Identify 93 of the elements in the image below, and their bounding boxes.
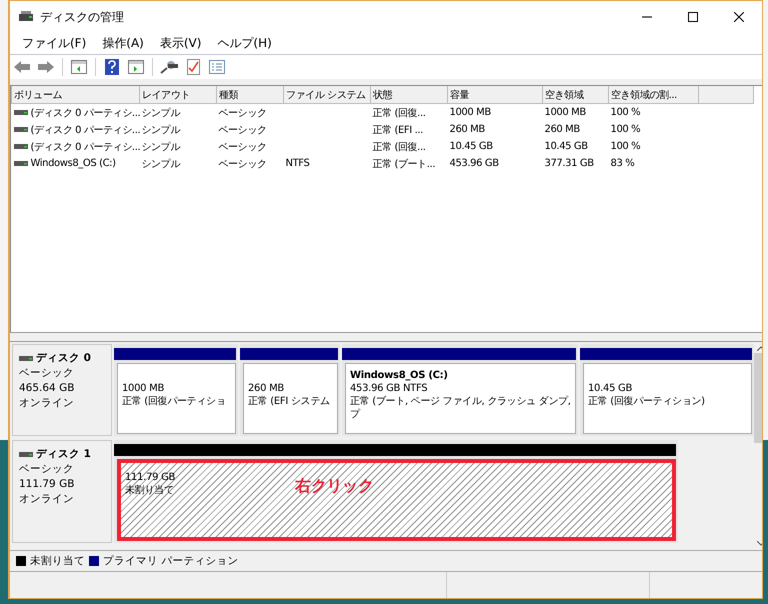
- table-cell-text: (ディスク 0 パーティシ...: [30, 124, 140, 136]
- partition-block[interactable]: Windows8_OS (C:) 453.96 GB NTFS 正常 (ブート, ページ ファイル, クラッシュ ダンプ, プ: [345, 363, 576, 434]
- disk-label-panel[interactable]: ディスク 0 ベーシック 465.64 GB オンライン: [12, 344, 112, 436]
- table-cell: シンプル: [142, 142, 180, 152]
- table-cell: 正常 (回復...: [372, 142, 426, 152]
- forward-arrow-icon: [38, 61, 54, 73]
- disk-name: ディスク 0: [36, 351, 91, 366]
- partition-block[interactable]: 1000 MB 正常 (回復パーティショ: [117, 363, 236, 434]
- partition-text: 正常 (回復パーティション): [588, 395, 705, 408]
- column-header[interactable]: 空き領域の割...: [608, 86, 698, 104]
- legend-label: プライマリ パーティション: [103, 554, 238, 568]
- magnifier-icon: [160, 60, 178, 74]
- menu-item[interactable]: 表示(V): [152, 34, 210, 54]
- window-title: ディスクの管理: [40, 8, 125, 26]
- column-header[interactable]: 空き領域: [542, 86, 608, 104]
- console-tree-button[interactable]: [69, 57, 89, 77]
- column-header[interactable]: 種類: [216, 86, 284, 104]
- column-header[interactable]: ボリューム: [12, 86, 140, 104]
- disk-type: ベーシック: [19, 366, 75, 381]
- annotation-text: 右クリック: [295, 479, 374, 492]
- table-cell: ベーシック: [218, 158, 267, 170]
- partition-text: 正常 (ブート, ページ ファイル, クラッシュ ダンプ, プ: [350, 395, 571, 421]
- partition-text: 10.45 GB: [588, 382, 634, 395]
- table-cell: 10.45 GB: [450, 141, 493, 152]
- partition-text: 未割り当て: [125, 484, 175, 497]
- table-cell: 100 %: [610, 107, 640, 118]
- partition-block[interactable]: 260 MB 正常 (EFI システム: [243, 363, 338, 434]
- help-icon: [105, 59, 119, 75]
- partition-title: Windows8_OS (C:): [350, 369, 449, 382]
- table-cell: 100 %: [610, 124, 640, 135]
- partition-text: 正常 (EFI システム: [248, 395, 330, 408]
- drive-icon: [14, 109, 28, 116]
- table-cell: 10.45 GB: [544, 141, 588, 152]
- table-cell: 1000 MB: [544, 107, 586, 118]
- column-header[interactable]: 状態: [370, 86, 448, 104]
- drive-icon: [14, 126, 28, 133]
- partition-block[interactable]: 10.45 GB 正常 (回復パーティション): [583, 363, 752, 434]
- table-cell: 260 MB: [450, 124, 485, 135]
- list-button[interactable]: [207, 57, 227, 77]
- disk-name: ディスク 1: [36, 447, 91, 462]
- table-cell: シンプル: [142, 108, 180, 118]
- table-cell: 正常 (ブート...: [372, 158, 436, 170]
- table-cell: NTFS: [286, 158, 310, 169]
- splitter-bar[interactable]: [10, 332, 762, 342]
- partition-text: 1000 MB: [122, 382, 166, 395]
- menu-item[interactable]: ヘルプ(H): [209, 34, 280, 54]
- disk-label-panel[interactable]: ディスク 1 ベーシック 111.79 GB オンライン: [12, 440, 112, 543]
- menu-item[interactable]: ファイル(F): [14, 34, 94, 54]
- table-cell: ベーシック: [218, 142, 267, 152]
- table-cell: 1000 MB: [450, 107, 491, 118]
- table-cell: 377.31 GB: [544, 158, 594, 169]
- drive-icon: [19, 451, 33, 458]
- action-pane-button[interactable]: [126, 57, 146, 77]
- maximize-icon: [688, 12, 698, 22]
- panel-icon: [128, 60, 144, 74]
- disk-size: 465.64 GB: [19, 381, 76, 396]
- table-cell: 453.96 GB: [450, 158, 499, 169]
- disk-size: 111.79 GB: [19, 477, 76, 492]
- column-header[interactable]: 容量: [448, 86, 542, 104]
- menu-item[interactable]: 操作(A): [94, 34, 152, 54]
- table-cell-text: (ディスク 0 パーティシ...: [30, 106, 140, 120]
- partition-block[interactable]: 111.79 GB 未割り当て 右クリック: [117, 459, 676, 541]
- partition-text: 正常 (回復パーティショ: [122, 395, 226, 408]
- column-header[interactable]: レイアウト: [140, 86, 216, 104]
- disk-status: オンライン: [19, 396, 75, 411]
- table-cell: 83 %: [610, 158, 634, 169]
- disk-management-icon: [18, 10, 34, 24]
- table-cell: シンプル: [142, 124, 180, 136]
- table-cell: Windows8_OS (C:): [30, 158, 116, 168]
- drive-icon: [14, 143, 28, 150]
- disk-type: ベーシック: [19, 462, 75, 477]
- drive-icon: [14, 160, 28, 166]
- table-cell: ベーシック: [218, 108, 267, 118]
- partition-text: 453.96 GB NTFS: [350, 382, 428, 395]
- checked-document-icon: [186, 59, 200, 75]
- partition-text: 260 MB: [248, 382, 285, 395]
- legend-label: 未割り当て: [30, 554, 85, 568]
- help-button[interactable]: [102, 57, 122, 77]
- table-cell: 100 %: [610, 141, 640, 152]
- partition-text: 111.79 GB: [125, 471, 176, 484]
- checklist-icon: [209, 60, 225, 74]
- disk-status: オンライン: [19, 492, 75, 507]
- table-cell: 正常 (EFI ...: [372, 124, 423, 136]
- drive-icon: [19, 355, 33, 362]
- close-icon: [734, 12, 744, 22]
- table-cell: ベーシック: [218, 124, 267, 136]
- back-arrow-icon: [14, 61, 30, 73]
- panel-icon: [71, 60, 87, 74]
- table-cell-text: (ディスク 0 パーティシ...: [30, 140, 140, 154]
- column-header[interactable]: ファイル システム: [284, 86, 370, 104]
- table-cell: 260 MB: [544, 124, 580, 135]
- table-cell: シンプル: [142, 158, 180, 170]
- table-cell: 正常 (回復...: [372, 108, 426, 118]
